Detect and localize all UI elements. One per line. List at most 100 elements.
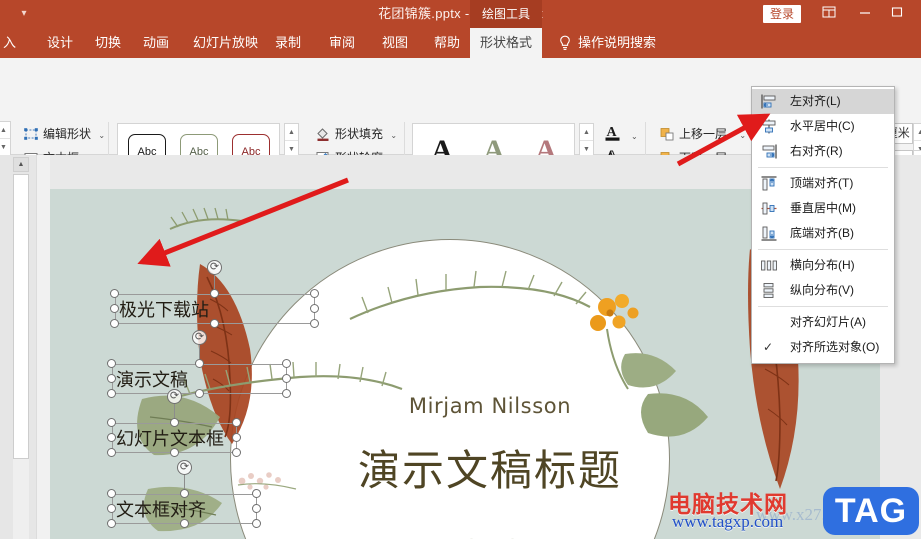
- contextual-tab-label: 绘图工具: [470, 0, 542, 28]
- lightbulb-icon[interactable]: [557, 34, 573, 52]
- chevron-down-icon[interactable]: ⌄: [739, 131, 746, 140]
- resize-handle[interactable]: [107, 389, 116, 398]
- menu-item-distribute-vertically[interactable]: 纵向分布(V): [752, 278, 894, 303]
- tab-shape-format[interactable]: 形状格式: [470, 28, 542, 58]
- menu-item-align-middle[interactable]: 垂直居中(M): [752, 196, 894, 221]
- chevron-down-icon[interactable]: ⌄: [631, 126, 638, 147]
- textbox-text[interactable]: 演示文稿: [116, 366, 188, 392]
- watermark: www.x27.com 电脑技术网 www.tagxp.com TAG: [668, 485, 921, 539]
- rotate-handle[interactable]: ⟳: [192, 330, 207, 345]
- menu-item-align-center[interactable]: 水平居中(C): [752, 114, 894, 139]
- textbox-text[interactable]: 幻灯片文本框: [116, 425, 224, 451]
- resize-handle[interactable]: [252, 489, 261, 498]
- menu-item-distribute-horizontally[interactable]: 横向分布(H): [752, 253, 894, 278]
- tab-help[interactable]: 帮助: [425, 28, 469, 58]
- bring-forward-label: 上移一层: [679, 127, 728, 141]
- resize-handle[interactable]: [107, 418, 116, 427]
- menu-item-label: 右对齐(R): [790, 144, 843, 158]
- resize-handle[interactable]: [252, 519, 261, 528]
- ribbon-display-options-icon[interactable]: [817, 4, 841, 24]
- resize-handle[interactable]: [107, 489, 116, 498]
- slide-subtitle[interactable]: Mirjam Nilsson: [280, 394, 700, 418]
- height-increase-button[interactable]: ▲: [914, 124, 921, 141]
- text-fill-button[interactable]: A ⌄: [604, 122, 642, 143]
- chevron-down-icon[interactable]: ⌄: [98, 131, 105, 140]
- align-left-icon: [760, 93, 778, 110]
- rotate-handle[interactable]: ⟳: [167, 389, 182, 404]
- wordart-scroll-up-button[interactable]: ▲: [580, 124, 593, 141]
- resize-handle[interactable]: [232, 418, 241, 427]
- menu-item-align-top[interactable]: 顶端对齐(T): [752, 171, 894, 196]
- resize-handle[interactable]: [180, 489, 189, 498]
- edit-shape-button[interactable]: 编辑形状 ⌄: [22, 124, 105, 145]
- scroll-up-button[interactable]: ▲: [13, 157, 29, 172]
- resize-handle[interactable]: [282, 374, 291, 383]
- resize-handle[interactable]: [107, 374, 116, 383]
- resize-handle[interactable]: [107, 433, 116, 442]
- rotate-handle[interactable]: ⟳: [177, 460, 192, 475]
- tab-view[interactable]: 视图: [373, 28, 417, 58]
- title-bar: ▾ 花团锦簇.pptx - PowerPoint 绘图工具 登录: [0, 0, 921, 28]
- resize-handle[interactable]: [107, 359, 116, 368]
- tell-me-search[interactable]: 操作说明搜索: [578, 28, 656, 58]
- rotate-handle[interactable]: ⟳: [207, 260, 222, 275]
- resize-handle[interactable]: [195, 389, 204, 398]
- ribbon-tab-strip: 入 设计 切换 动画 幻灯片放映 录制 审阅 视图 帮助 形状格式 操作说明搜索: [0, 28, 921, 58]
- textbox-selection[interactable]: 极光下载站 ⟳: [110, 260, 319, 328]
- resize-handle[interactable]: [310, 304, 319, 313]
- resize-handle[interactable]: [252, 504, 261, 513]
- tab-slideshow[interactable]: 幻灯片放映: [184, 28, 267, 58]
- menu-item-align-bottom[interactable]: 底端对齐(B): [752, 221, 894, 246]
- tab-animations[interactable]: 动画: [134, 28, 178, 58]
- sign-in-button[interactable]: 登录: [762, 5, 801, 23]
- resize-handle[interactable]: [310, 289, 319, 298]
- resize-handle[interactable]: [110, 319, 119, 328]
- resize-handle[interactable]: [282, 389, 291, 398]
- tab-design[interactable]: 设计: [38, 28, 82, 58]
- bring-forward-icon: [659, 126, 675, 149]
- resize-handle[interactable]: [170, 448, 179, 457]
- menu-separator: [758, 306, 888, 307]
- scrollbar-thumb[interactable]: [13, 174, 29, 459]
- maximize-icon[interactable]: [885, 4, 909, 24]
- shapes-scroll-up-button[interactable]: ▲: [0, 122, 10, 139]
- edit-shape-icon: [23, 126, 39, 149]
- shapes-scroll-down-button[interactable]: ▼: [0, 139, 10, 156]
- menu-item-align-to-slide[interactable]: 对齐幻灯片(A): [752, 310, 894, 335]
- resize-handle[interactable]: [110, 289, 119, 298]
- resize-handle[interactable]: [195, 359, 204, 368]
- tab-record[interactable]: 录制: [266, 28, 310, 58]
- shape-fill-label: 形状填充: [335, 127, 384, 141]
- textbox-text[interactable]: 极光下载站: [119, 296, 209, 322]
- resize-handle[interactable]: [107, 519, 116, 528]
- align-dropdown-menu[interactable]: 左对齐(L) 水平居中(C) 右对齐(R) 顶端对齐(T) 垂直居中(M) 底端…: [751, 86, 895, 364]
- align-right-icon: [760, 143, 778, 160]
- resize-handle[interactable]: [180, 519, 189, 528]
- resize-handle[interactable]: [310, 319, 319, 328]
- chevron-down-icon[interactable]: ⌄: [390, 131, 397, 140]
- resize-handle[interactable]: [232, 448, 241, 457]
- menu-item-align-selected-objects[interactable]: ✓ 对齐所选对象(O): [752, 335, 894, 360]
- textbox-text[interactable]: 文本框对齐: [116, 496, 206, 522]
- tab-transitions[interactable]: 切换: [86, 28, 130, 58]
- tab-review[interactable]: 审阅: [320, 28, 364, 58]
- resize-handle[interactable]: [210, 289, 219, 298]
- bring-forward-button[interactable]: 上移一层 ⌄: [658, 124, 746, 145]
- powerpoint-window: ▾ 花团锦簇.pptx - PowerPoint 绘图工具 登录 入 设计 切换…: [0, 0, 921, 539]
- textbox-selection[interactable]: 演示文稿 ⟳: [107, 330, 291, 398]
- shape-styles-scroll-up-button[interactable]: ▲: [285, 124, 298, 141]
- resize-handle[interactable]: [210, 319, 219, 328]
- shape-fill-button[interactable]: 形状填充 ⌄: [314, 124, 397, 145]
- menu-item-align-right[interactable]: 右对齐(R): [752, 139, 894, 164]
- resize-handle[interactable]: [107, 448, 116, 457]
- resize-handle[interactable]: [232, 433, 241, 442]
- textbox-selection[interactable]: 文本框对齐 ⟳: [107, 460, 261, 528]
- tab-insert[interactable]: 入: [0, 28, 25, 58]
- resize-handle[interactable]: [282, 359, 291, 368]
- textbox-selection[interactable]: 幻灯片文本框 ⟳: [107, 389, 241, 457]
- resize-handle[interactable]: [107, 504, 116, 513]
- resize-handle[interactable]: [110, 304, 119, 313]
- menu-item-align-left[interactable]: 左对齐(L): [752, 89, 894, 114]
- minimize-icon[interactable]: [853, 4, 877, 24]
- resize-handle[interactable]: [170, 418, 179, 427]
